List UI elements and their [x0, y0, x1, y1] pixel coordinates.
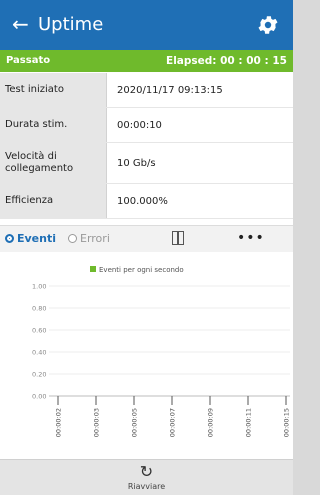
tab-events-label[interactable]: Eventi [17, 232, 56, 245]
x-tick-label: 00:00:05 [131, 408, 139, 437]
status-bar: Passato Elapsed: 00 : 00 : 15 [0, 50, 293, 72]
restart-label[interactable]: Riavviare [0, 482, 293, 491]
split-view-icon[interactable] [172, 231, 184, 245]
info-row-link-speed: Velocità di collegamento 10 Gb/s [0, 143, 293, 184]
events-chart-svg: Eventi per ogni secondo 1.00 0.80 0.60 0.40 0… [32, 266, 291, 437]
y-tick-label: 0.60 [32, 327, 46, 335]
gear-icon[interactable] [256, 13, 280, 37]
tab-errors[interactable]: Errori [68, 232, 110, 245]
legend-swatch [90, 266, 96, 272]
x-tick-label: 00:00:09 [207, 408, 215, 437]
view-tab-bar: Eventi Errori ••• [0, 225, 293, 253]
y-tick-label: 0.80 [32, 305, 46, 313]
radio-selected-icon[interactable] [5, 234, 14, 243]
y-tick-label: 0.00 [32, 393, 46, 401]
y-tick-label: 1.00 [32, 283, 46, 291]
info-row-efficiency: Efficienza 100.000% [0, 184, 293, 219]
more-horizontal-icon[interactable]: ••• [237, 230, 265, 246]
info-key: Test iniziato [0, 73, 107, 107]
restart-button[interactable]: ↻ Riavviare [0, 459, 293, 495]
info-row-duration: Durata stim. 00:00:10 [0, 108, 293, 143]
info-value: 00:00:10 [117, 119, 162, 131]
info-value: 10 Gb/s [117, 157, 156, 169]
events-chart: Eventi per ogni secondo 1.00 0.80 0.60 0.40 0… [0, 252, 293, 459]
x-tick-label: 00:00:11 [245, 408, 253, 437]
status-result: Passato [6, 55, 51, 66]
tab-errors-label[interactable]: Errori [80, 232, 110, 245]
app-header: ← Uptime [0, 0, 293, 50]
arrow-left-icon[interactable]: ← [12, 13, 29, 35]
radio-unselected-icon[interactable] [68, 234, 77, 243]
x-tick-label: 00:00:03 [93, 408, 101, 437]
info-key: Durata stim. [0, 108, 107, 142]
info-value: 2020/11/17 09:13:15 [117, 84, 223, 96]
tab-events[interactable]: Eventi [5, 232, 56, 245]
elapsed-time: Elapsed: 00 : 00 : 15 [166, 55, 287, 67]
y-tick-label: 0.40 [32, 349, 46, 357]
legend-label: Eventi per ogni secondo [99, 266, 184, 274]
test-info-table: Test iniziato 2020/11/17 09:13:15 Durata… [0, 73, 293, 219]
x-tick-label: 00:00:07 [169, 408, 177, 437]
x-tick-label: 00:00:02 [55, 408, 63, 437]
refresh-icon[interactable]: ↻ [0, 462, 293, 481]
page-title: Uptime [38, 14, 104, 35]
info-key: Velocità di collegamento [0, 143, 107, 183]
info-value: 100.000% [117, 195, 168, 207]
x-tick-label: 00:00:15 [283, 408, 291, 437]
y-tick-label: 0.20 [32, 371, 46, 379]
info-key: Efficienza [0, 184, 107, 218]
uptime-screen: ← Uptime Passato Elapsed: 00 : 00 : 15 T… [0, 0, 293, 495]
info-row-test-start: Test iniziato 2020/11/17 09:13:15 [0, 73, 293, 108]
